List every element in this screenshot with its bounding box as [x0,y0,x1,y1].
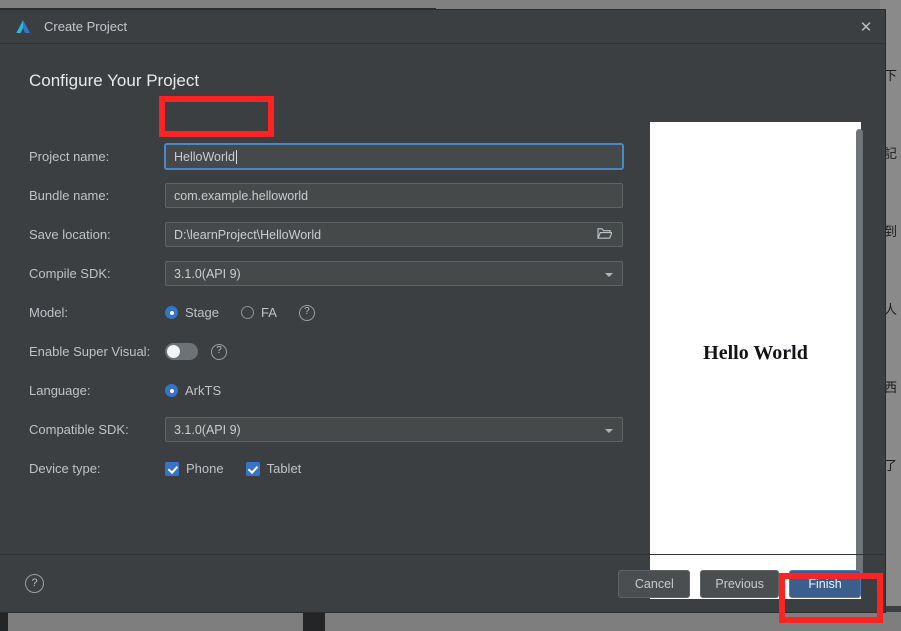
dialog-title: Create Project [44,19,128,34]
language-label: Language: [29,383,91,398]
compatible-sdk-label: Compatible SDK: [29,422,129,437]
radio-unselected-icon [240,306,254,319]
model-help-icon[interactable]: ? [298,304,315,321]
radio-model-stage-label: Stage [185,305,219,320]
checkbox-device-phone-label: Phone [186,461,224,476]
deveco-logo-icon [16,19,30,33]
checkbox-device-phone[interactable]: Phone [165,461,224,476]
background-side-char: 了 [884,459,898,474]
preview-hello-text: Hello World [703,342,808,364]
radio-selected-icon [165,306,178,319]
dialog-titlebar: Create Project ✕ [0,10,885,44]
radio-language-arkts[interactable]: ArkTS [165,383,221,398]
page-title: Configure Your Project [29,71,200,90]
form-row-project-name: Project name: HelloWorld [29,137,624,176]
compile-sdk-value: 3.1.0(API 9) [174,266,241,281]
toggle-knob [167,345,180,358]
taskbar-gap [0,612,8,631]
compile-sdk-select[interactable]: 3.1.0(API 9) [165,261,623,286]
project-preview-pane: Hello World [650,122,861,599]
chevron-down-icon [605,429,613,433]
form-row-language: Language: ArkTS [29,371,624,410]
preview-device-frame: Hello World [650,122,861,599]
form-row-model: Model: Stage FA ? [29,293,624,332]
checkbox-checked-icon [245,461,260,476]
radio-model-fa[interactable]: FA [240,305,277,320]
radio-model-stage[interactable]: Stage [165,305,219,320]
project-name-label: Project name: [29,149,110,164]
screen-root: 下 記 到 人 西 了 type:PhoneTablet Create Proj… [0,0,901,631]
radio-language-arkts-label: ArkTS [185,383,222,398]
dialog-scrollbar[interactable] [856,129,863,579]
checkbox-checked-icon [165,461,179,476]
dialog-footer: ? Cancel Previous Finish [0,554,885,612]
background-side-char: 到 [884,225,898,240]
background-side-char: 人 [884,303,898,318]
radio-selected-icon [165,384,178,397]
background-side-char: 西 [884,381,898,396]
checkbox-device-tablet[interactable]: Tablet [245,461,302,476]
form-row-super-visual: Enable Super Visual: ? [29,332,624,371]
checkbox-device-tablet-label: Tablet [266,461,302,476]
background-side-char: 記 [884,147,898,162]
bundle-name-field[interactable]: com.example.helloworld [165,183,623,208]
form-row-compatible-sdk: Compatible SDK: 3.1.0(API 9) [29,410,624,449]
save-location-value: D:\learnProject\HelloWorld [174,227,322,242]
close-icon[interactable]: ✕ [853,14,879,40]
create-project-dialog: Create Project ✕ Configure Your Project … [0,10,885,612]
save-location-label: Save location: [29,227,111,242]
project-name-value: HelloWorld [174,149,235,164]
bundle-name-value: com.example.helloworld [174,188,309,203]
background-side-char: 下 [884,69,898,84]
chevron-down-icon [605,273,613,277]
compile-sdk-label: Compile SDK: [29,266,111,281]
compatible-sdk-value: 3.1.0(API 9) [174,422,241,437]
text-caret [235,149,237,164]
project-config-form: Project name: HelloWorld Bundle name: co… [29,137,624,488]
form-row-device-type: Device type: Phone Tablet [29,449,624,488]
taskbar-gap [303,612,325,631]
background-taskbar [0,612,901,631]
footer-help-icon[interactable]: ? [25,574,44,593]
cancel-button[interactable]: Cancel [618,569,691,598]
project-name-field[interactable]: HelloWorld [165,144,623,169]
form-row-save-location: Save location: D:\learnProject\HelloWorl… [29,215,624,254]
compatible-sdk-select[interactable]: 3.1.0(API 9) [165,417,623,442]
super-visual-help-icon[interactable]: ? [211,343,227,360]
super-visual-label: Enable Super Visual: [29,344,151,359]
background-side-text: 下 記 到 人 西 了 [884,12,901,532]
finish-button[interactable]: Finish [789,569,861,598]
bundle-name-label: Bundle name: [29,188,110,203]
model-label: Model: [29,305,69,320]
super-visual-toggle[interactable] [165,343,198,360]
form-row-compile-sdk: Compile SDK: 3.1.0(API 9) [29,254,624,293]
previous-button[interactable]: Previous [700,569,779,598]
save-location-field[interactable]: D:\learnProject\HelloWorld [165,222,623,247]
device-type-label: Device type: [29,461,101,476]
dialog-body: Configure Your Project Project name: Hel… [0,44,885,599]
form-row-bundle-name: Bundle name: com.example.helloworld [29,176,624,215]
radio-model-fa-label: FA [260,305,277,320]
